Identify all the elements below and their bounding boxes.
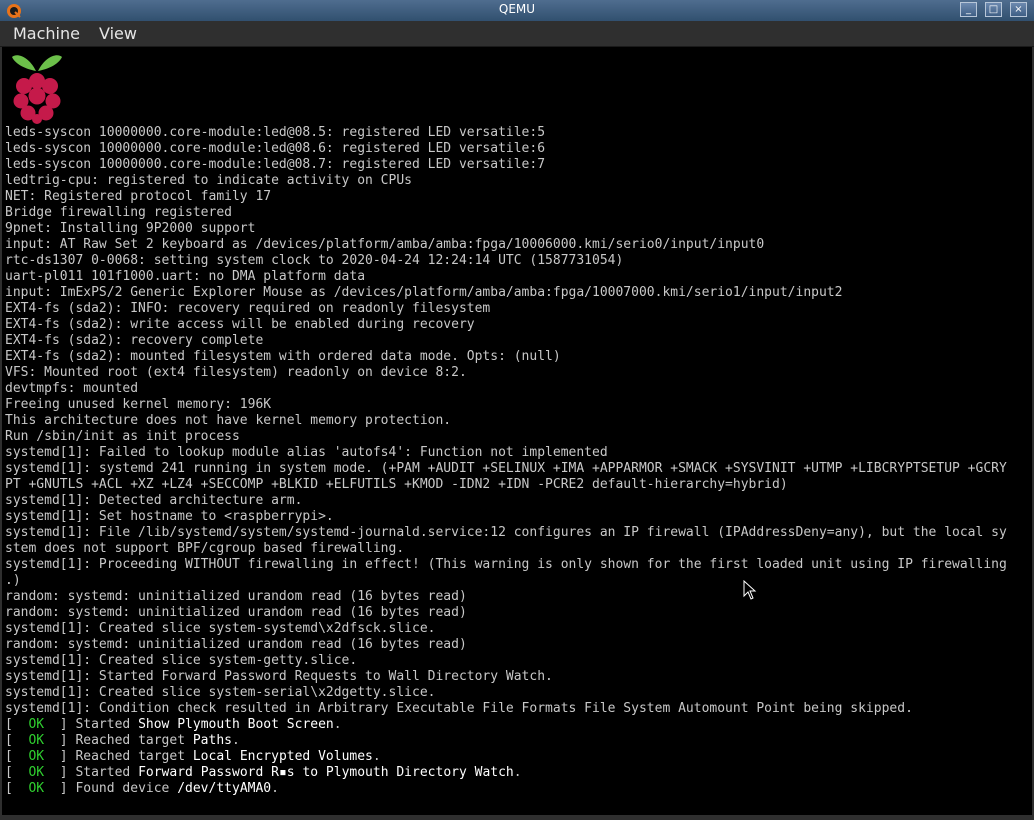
- console-line: systemd[1]: Detected architecture arm.: [5, 493, 303, 508]
- console-line: leds-syscon 10000000.core-module:led@08.…: [5, 141, 546, 156]
- console-line: .): [5, 573, 21, 588]
- status-verb: Found device: [75, 781, 178, 796]
- raspberry-pi-logo: [12, 55, 62, 124]
- status-ok-label: OK: [28, 781, 45, 796]
- console-line: EXT4-fs (sda2): INFO: recovery required …: [5, 301, 491, 316]
- console-line: systemd[1]: Created slice system-serial\…: [5, 685, 436, 700]
- status-end: .: [333, 717, 342, 732]
- console-output: leds-syscon 10000000.core-module:led@08.…: [5, 125, 1032, 797]
- minimize-button[interactable]: _: [960, 2, 977, 17]
- console-line: devtmpfs: mounted: [5, 381, 139, 396]
- console-status-line: [ OK ] Reached target Local Encrypted Vo…: [5, 749, 1032, 765]
- console-line: systemd[1]: Failed to lookup module alia…: [5, 445, 608, 460]
- console-line: random: systemd: uninitialized urandom r…: [5, 605, 467, 620]
- maximize-button[interactable]: □: [985, 2, 1002, 17]
- console-line: systemd[1]: Created slice system-systemd…: [5, 621, 436, 636]
- console-line: 9pnet: Installing 9P2000 support: [5, 221, 256, 236]
- console-line: rtc-ds1307 0-0068: setting system clock …: [5, 253, 624, 268]
- console-line: systemd[1]: systemd 241 running in syste…: [5, 461, 1007, 476]
- console-status-line: [ OK ] Started Show Plymouth Boot Screen…: [5, 717, 1032, 733]
- status-bracket-close: ]: [44, 781, 76, 796]
- status-target: Paths: [192, 733, 232, 748]
- menu-view[interactable]: View: [99, 24, 137, 43]
- console-line: uart-pl011 101f1000.uart: no DMA platfor…: [5, 269, 366, 284]
- status-verb: Started: [75, 765, 139, 780]
- status-bracket-open: [: [5, 765, 29, 780]
- window-frame-bottom: [0, 815, 1034, 820]
- status-bracket-open: [: [5, 733, 29, 748]
- emulator-screen[interactable]: leds-syscon 10000000.core-module:led@08.…: [2, 47, 1032, 815]
- status-bracket-close: ]: [44, 733, 76, 748]
- status-ok-label: OK: [28, 765, 45, 780]
- console-line: stem does not support BPF/cgroup based f…: [5, 541, 405, 556]
- status-verb: Reached target: [75, 733, 193, 748]
- menu-machine[interactable]: Machine: [13, 24, 80, 43]
- mouse-pointer-icon: [743, 580, 757, 600]
- console-status-line: [ OK ] Reached target Paths.: [5, 733, 1032, 749]
- status-bracket-close: ]: [44, 765, 76, 780]
- console-line: systemd[1]: Condition check resulted in …: [5, 701, 913, 716]
- status-bracket-open: [: [5, 749, 29, 764]
- console-line: VFS: Mounted root (ext4 filesystem) read…: [5, 365, 467, 380]
- console-line: systemd[1]: File /lib/systemd/system/sys…: [5, 525, 1007, 540]
- console-line: Run /sbin/init as init process: [5, 429, 240, 444]
- status-ok-label: OK: [28, 717, 45, 732]
- console-line: NET: Registered protocol family 17: [5, 189, 272, 204]
- status-target: /dev/ttyAMA0: [177, 781, 272, 796]
- window-titlebar[interactable]: QEMU _ □ ×: [0, 0, 1034, 21]
- console-line: systemd[1]: Started Forward Password Req…: [5, 669, 553, 684]
- status-ok-label: OK: [28, 749, 45, 764]
- console-status-line: [ OK ] Started Forward Password R▪s to P…: [5, 765, 1032, 781]
- status-end: .: [271, 781, 279, 796]
- status-bracket-open: [: [5, 781, 29, 796]
- console-status-line: [ OK ] Found device /dev/ttyAMA0.: [5, 781, 1032, 797]
- console-line: systemd[1]: Created slice system-getty.s…: [5, 653, 358, 668]
- status-bracket-close: ]: [44, 749, 76, 764]
- status-target: Local Encrypted Volumes: [192, 749, 373, 764]
- console-line: EXT4-fs (sda2): write access will be ena…: [5, 317, 475, 332]
- status-target: Show Plymouth Boot Screen: [138, 717, 334, 732]
- console-line: leds-syscon 10000000.core-module:led@08.…: [5, 157, 546, 172]
- status-verb: Reached target: [75, 749, 193, 764]
- status-end: .: [232, 733, 240, 748]
- console-line: input: AT Raw Set 2 keyboard as /devices…: [5, 237, 765, 252]
- console-line: random: systemd: uninitialized urandom r…: [5, 637, 467, 652]
- status-end: .: [372, 749, 381, 764]
- console-line: leds-syscon 10000000.core-module:led@08.…: [5, 125, 546, 140]
- console-line: PT +GNUTLS +ACL +XZ +LZ4 +SECCOMP +BLKID…: [5, 477, 788, 492]
- console-line: input: ImExPS/2 Generic Explorer Mouse a…: [5, 285, 843, 300]
- window-title: QEMU: [498, 2, 536, 16]
- console-line: EXT4-fs (sda2): mounted filesystem with …: [5, 349, 561, 364]
- status-verb: Started: [75, 717, 139, 732]
- console-line: EXT4-fs (sda2): recovery complete: [5, 333, 264, 348]
- console-line: Freeing unused kernel memory: 196K: [5, 397, 272, 412]
- console-line: systemd[1]: Set hostname to <raspberrypi…: [5, 509, 334, 524]
- status-bracket-open: [: [5, 717, 29, 732]
- status-ok-label: OK: [28, 733, 45, 748]
- status-end: .: [513, 765, 522, 780]
- status-bracket-close: ]: [44, 717, 76, 732]
- console-line: random: systemd: uninitialized urandom r…: [5, 589, 467, 604]
- console-line: systemd[1]: Proceeding WITHOUT firewalli…: [5, 557, 1007, 572]
- console-line: Bridge firewalling registered: [5, 205, 232, 220]
- close-button[interactable]: ×: [1010, 2, 1027, 17]
- menu-bar: Machine View: [0, 21, 1034, 47]
- console-line: This architecture does not have kernel m…: [5, 413, 452, 428]
- console-line: ledtrig-cpu: registered to indicate acti…: [5, 173, 412, 188]
- status-target: Forward Password R▪s to Plymouth Directo…: [138, 765, 514, 780]
